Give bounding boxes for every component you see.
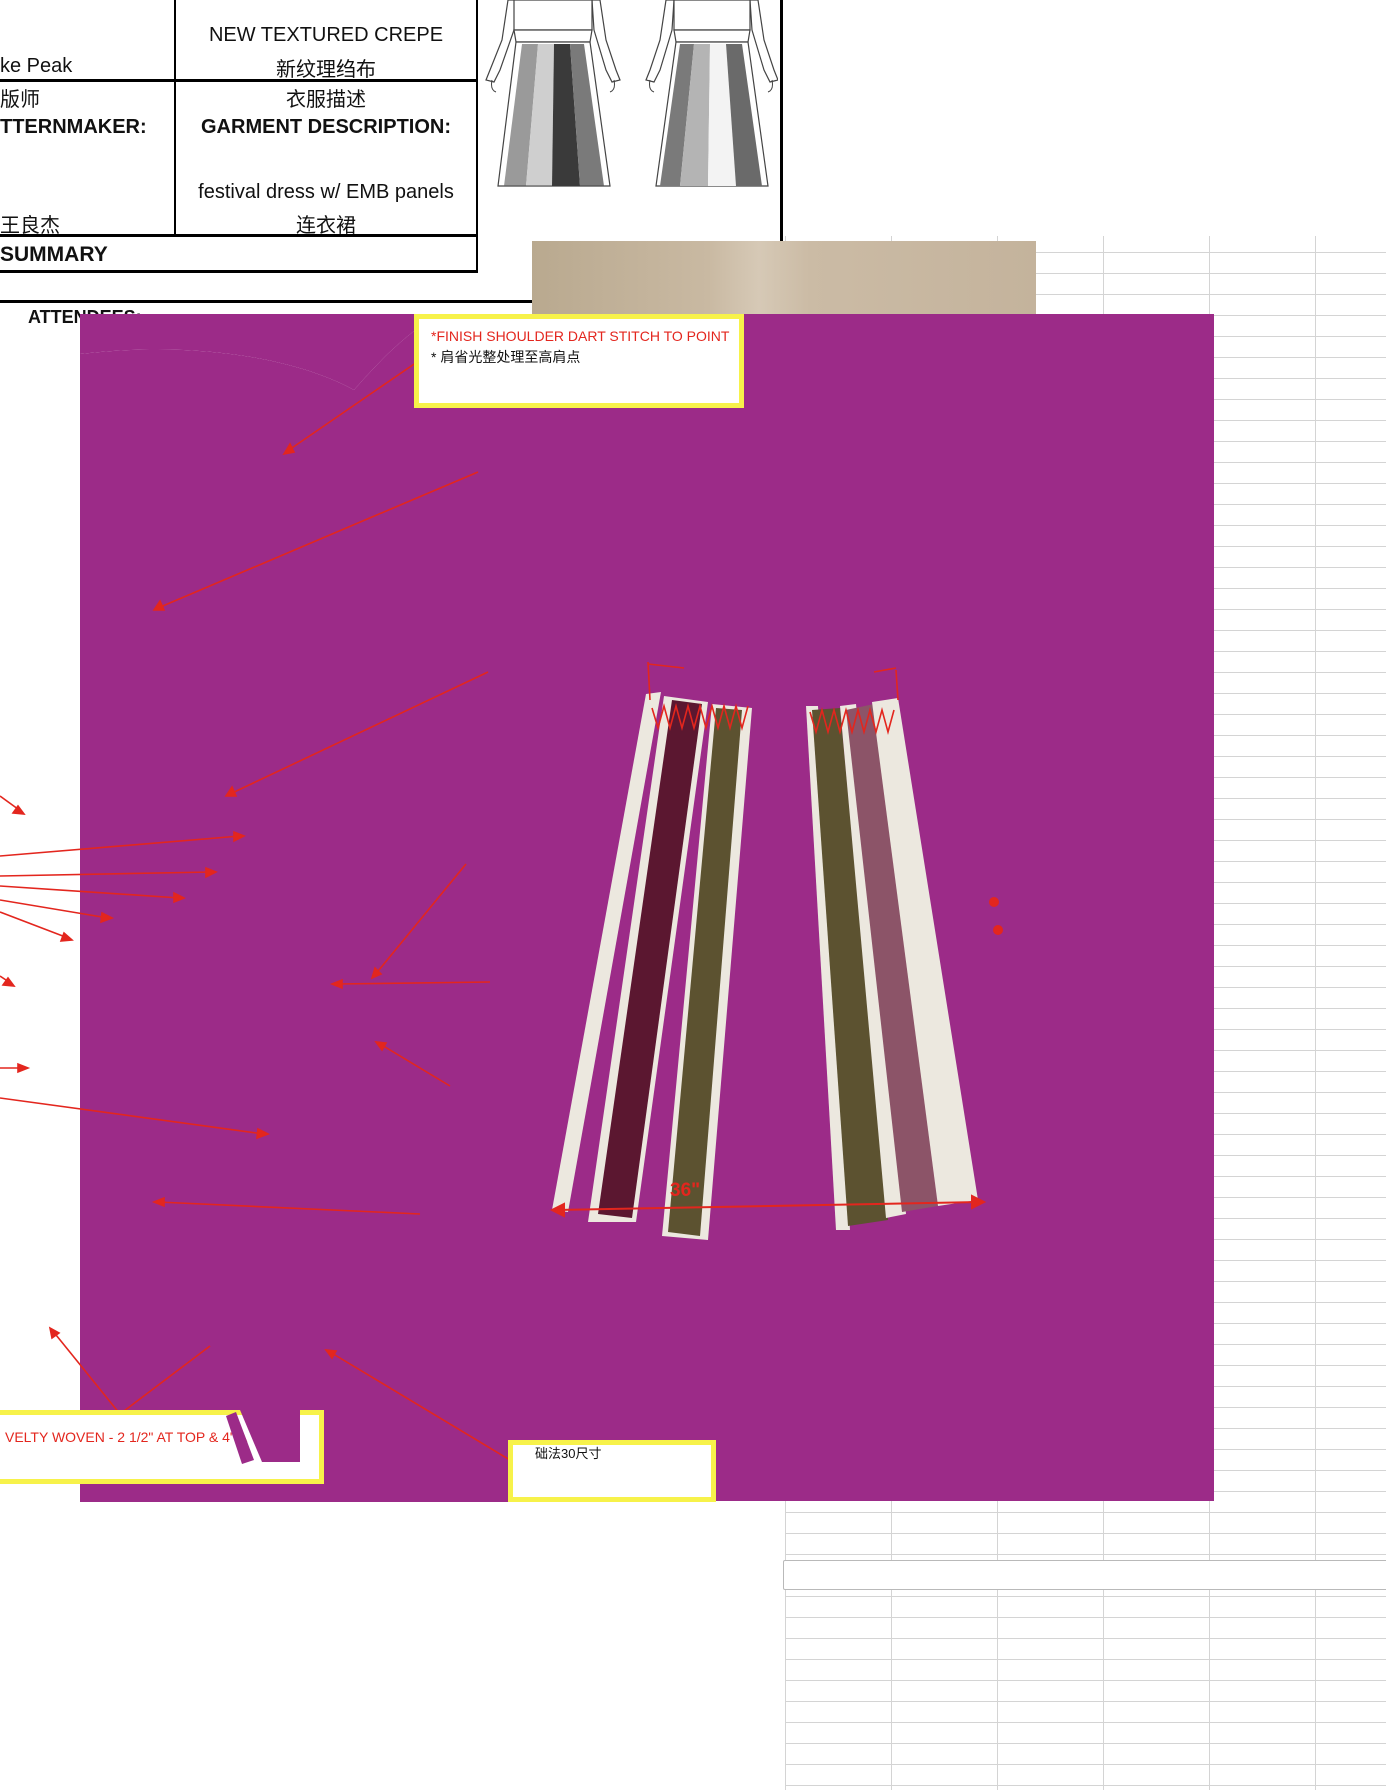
- hem-width-label: 36": [670, 1180, 701, 1201]
- callout-shoulder-dart-cn: * 肩省光整处理至高肩点: [431, 349, 581, 365]
- callout-shoulder-dart-en: *FINISH SHOULDER DART STITCH TO POINT: [431, 328, 730, 344]
- red-dot: [989, 897, 999, 907]
- annotation-arrows: [0, 359, 511, 1461]
- callout-novelty-woven: VELTY WOVEN - 2 1/2" AT TOP & 4" A: [0, 1410, 324, 1484]
- red-dot: [993, 925, 1003, 935]
- callout-bottom-middle-text: 础法30尺寸: [535, 1446, 602, 1461]
- callout-novelty-woven-text: VELTY WOVEN - 2 1/2" AT TOP & 4" A: [5, 1429, 248, 1445]
- callout-bottom-middle: 础法30尺寸: [508, 1440, 716, 1502]
- callout-shoulder-dart: *FINISH SHOULDER DART STITCH TO POINT * …: [414, 314, 744, 408]
- skirt-panels-left: [552, 692, 752, 1240]
- annotation-layer: [0, 314, 1003, 1502]
- skirt-panels-right: [806, 698, 978, 1230]
